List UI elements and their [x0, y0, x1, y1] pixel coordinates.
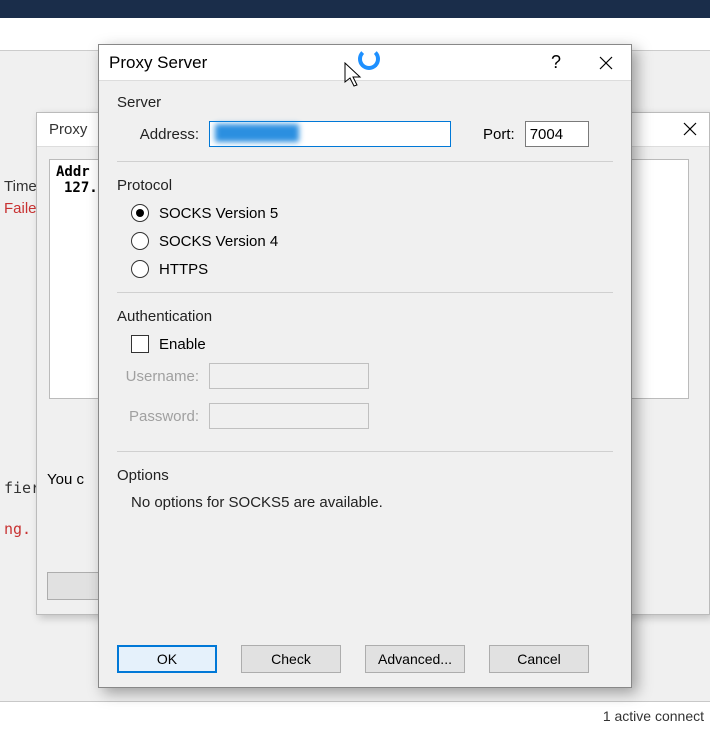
bg-you-label: You c: [47, 471, 84, 488]
auth-legend: Authentication: [117, 308, 613, 325]
username-input: [209, 363, 369, 389]
close-button[interactable]: [581, 45, 631, 80]
username-label: Username:: [121, 368, 199, 385]
bg-label-failed: Faile: [4, 200, 37, 217]
separator: [117, 292, 613, 293]
bg-code-fier: fier: [4, 479, 40, 497]
options-message: No options for SOCKS5 are available.: [131, 494, 613, 511]
options-legend: Options: [117, 467, 613, 484]
checkbox-label: Enable: [159, 336, 206, 353]
protocol-radio-https[interactable]: HTTPS: [131, 260, 613, 278]
dialog-footer: OK Check Advanced... Cancel: [99, 631, 631, 687]
radio-label: SOCKS Version 4: [159, 233, 278, 250]
server-group: Server Address: Port:: [117, 93, 613, 147]
password-label: Password:: [121, 408, 199, 425]
auth-group: Authentication Enable Username: Password…: [117, 307, 613, 429]
auth-enable-checkbox[interactable]: Enable: [131, 335, 613, 353]
port-input[interactable]: [525, 121, 589, 147]
bg-button-footer[interactable]: [47, 572, 105, 600]
protocol-radio-socks5[interactable]: SOCKS Version 5: [131, 204, 613, 222]
address-input[interactable]: [209, 121, 451, 147]
status-bar: 1 active connect: [0, 701, 710, 729]
radio-icon: [131, 260, 149, 278]
cancel-button[interactable]: Cancel: [489, 645, 589, 673]
protocol-group: Protocol SOCKS Version 5 SOCKS Version 4…: [117, 176, 613, 278]
protocol-legend: Protocol: [117, 177, 613, 194]
app-titlebar-stripe: [0, 0, 710, 18]
radio-icon: [131, 232, 149, 250]
ok-button[interactable]: OK: [117, 645, 217, 673]
radio-label: HTTPS: [159, 261, 208, 278]
address-label: Address:: [121, 126, 199, 143]
radio-icon: [131, 204, 149, 222]
close-icon: [599, 56, 613, 70]
help-button[interactable]: ?: [531, 45, 581, 80]
advanced-button[interactable]: Advanced...: [365, 645, 465, 673]
close-icon[interactable]: [683, 115, 697, 143]
password-input: [209, 403, 369, 429]
protocol-radio-socks4[interactable]: SOCKS Version 4: [131, 232, 613, 250]
proxy-server-dialog: Proxy Server ? Server Address: Port:: [98, 44, 632, 688]
separator: [117, 451, 613, 452]
background-dialog-title: Proxy: [49, 121, 87, 138]
dialog-title: Proxy Server: [109, 53, 207, 73]
server-legend: Server: [117, 94, 613, 111]
bg-label-time: Time: [4, 178, 37, 195]
radio-label: SOCKS Version 5: [159, 205, 278, 222]
check-button[interactable]: Check: [241, 645, 341, 673]
port-label: Port:: [483, 126, 515, 143]
status-text: 1 active connect: [603, 708, 704, 724]
checkbox-icon: [131, 335, 149, 353]
dialog-titlebar: Proxy Server ?: [99, 45, 631, 81]
separator: [117, 161, 613, 162]
options-group: Options No options for SOCKS5 are availa…: [117, 466, 613, 511]
